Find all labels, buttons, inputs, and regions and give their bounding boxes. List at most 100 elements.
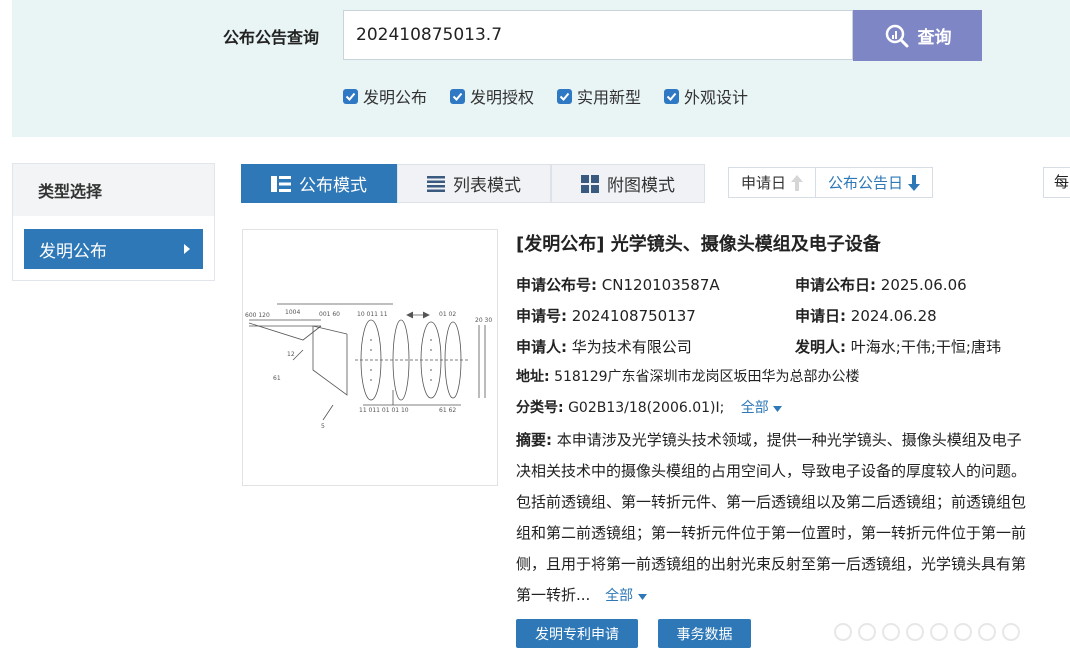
sort-label: 申请日: [741, 174, 787, 192]
abstract-more-link[interactable]: 全部: [605, 588, 647, 604]
tab-publish-mode[interactable]: 公布模式: [241, 164, 397, 203]
sidebar-item-invention-pub[interactable]: 发明公布: [24, 229, 203, 269]
address-value: 518129广东省深圳市龙岗区坂田华为总部办公楼: [554, 369, 860, 385]
affairs-data-button[interactable]: 事务数据: [658, 619, 751, 648]
tab-list-mode[interactable]: 列表模式: [397, 164, 551, 203]
abstract-line: 包括前透镜组、第一转折元件、第一后透镜组以及第二后透镜组；前透镜组包: [516, 493, 1027, 511]
checkbox-checked-icon[interactable]: [450, 88, 466, 104]
tab-label: 附图模式: [607, 176, 675, 196]
classification-more-link[interactable]: 全部: [740, 400, 783, 416]
pub-date-field: 申请公布日: 2025.06.06: [795, 274, 967, 295]
field-label: 摘要:: [516, 431, 552, 449]
sort-pub-date-button[interactable]: 公布公告日: [815, 168, 932, 197]
field-label: 分类号:: [516, 400, 564, 416]
applicant-value: 华为技术有限公司: [571, 338, 692, 356]
svg-text:12: 12: [287, 351, 295, 358]
tab-label: 公布模式: [299, 176, 367, 196]
watermark-dot-icon: [906, 623, 924, 641]
svg-text:20 30: 20 30: [475, 317, 492, 324]
tab-figure-mode[interactable]: 附图模式: [551, 164, 705, 203]
watermark-dot-icon: [858, 623, 876, 641]
type-filters: 发明公布 发明授权 实用新型 外观设计: [343, 84, 771, 108]
svg-text:61: 61: [273, 375, 281, 382]
app-date-field: 申请日: 2024.06.28: [795, 305, 937, 326]
inventor-value: 叶海水;干伟;干恒;唐玮: [850, 338, 1001, 356]
arrow-down-icon: [908, 174, 921, 191]
more-link-label: 全部: [740, 400, 769, 416]
tab-label: 列表模式: [453, 176, 521, 196]
svg-text:5: 5: [321, 423, 325, 430]
pub-no-value: CN120103587A: [601, 276, 720, 294]
result-title[interactable]: [发明公布] 光学镜头、摄像头模组及电子设备: [516, 230, 881, 256]
patent-drawing-thumbnail[interactable]: 600 120 1004 001 60 10 011 11 01 02 20 3…: [242, 229, 498, 486]
app-no-field: 申请号: 2024108750137: [516, 305, 696, 326]
sort-controls: 申请日 公布公告日: [728, 167, 934, 198]
list-detail-icon: [271, 175, 291, 192]
field-label: 申请公布号:: [516, 276, 597, 294]
checkbox-checked-icon[interactable]: [557, 88, 573, 104]
svg-text:10 011 11: 10 011 11: [357, 311, 388, 318]
watermark-dot-icon: [1002, 623, 1020, 641]
filter-utility-model[interactable]: 实用新型: [557, 84, 641, 108]
sort-label: 公布公告日: [828, 174, 904, 192]
watermark-dot-icon: [834, 623, 852, 641]
watermark-dot-icon: [978, 623, 996, 641]
checkbox-checked-icon[interactable]: [664, 88, 680, 104]
sidebar-item-label: 发明公布: [39, 241, 107, 262]
applicant-field: 申请人: 华为技术有限公司: [516, 336, 692, 357]
arrow-up-icon: [791, 174, 804, 191]
per-page-select[interactable]: 每: [1043, 167, 1070, 198]
pub-date-value: 2025.06.06: [880, 276, 967, 294]
filter-label: 发明授权: [470, 88, 535, 107]
field-label: 申请日:: [795, 307, 846, 325]
abstract-text: 第一转折...: [516, 586, 591, 604]
address-field: 地址: 518129广东省深圳市龙岗区坂田华为总部办公楼: [516, 366, 860, 386]
field-label: 地址:: [516, 369, 550, 385]
abstract-line: 决相关技术中的摄像头模组的占用空间人，导致电子设备的厚度较人的问题。: [516, 462, 1027, 480]
filter-design[interactable]: 外观设计: [664, 84, 748, 108]
filter-label: 发明公布: [363, 88, 428, 107]
field-label: 发明人:: [795, 338, 846, 356]
search-icon: [885, 24, 908, 47]
abstract-line: 第一转折... 全部: [516, 580, 1070, 611]
chevron-right-icon: [184, 244, 190, 254]
sidebar-title: 类型选择: [13, 164, 214, 216]
classification-field: 分类号: G02B13/18(2006.01)I; 全部: [516, 397, 783, 417]
caret-down-icon: [637, 594, 647, 600]
abstract-line: 摘要: 本申请涉及光学镜头技术领域，提供一种光学镜头、摄像头模组及电子: [516, 425, 1070, 456]
app-no-value: 2024108750137: [571, 307, 696, 325]
view-mode-tabs: 公布模式 列表模式 附图模式: [241, 164, 705, 203]
field-label: 申请公布日:: [795, 276, 876, 294]
app-date-value: 2024.06.28: [850, 307, 937, 325]
abstract-line: 组和第二前透镜组；第一转折元件位于第一位置时，第一转折元件位于第一前: [516, 524, 1027, 542]
type-select-panel: 类型选择 发明公布: [12, 163, 215, 281]
caret-down-icon: [773, 406, 783, 412]
sort-apply-date-button[interactable]: 申请日: [729, 168, 815, 197]
filter-invention-grant[interactable]: 发明授权: [450, 84, 534, 108]
svg-text:1004: 1004: [285, 309, 300, 316]
watermark-dot-icon: [954, 623, 972, 641]
svg-text:11 011 01 01 10: 11 011 01 01 10: [359, 407, 409, 414]
watermark-dot-icon: [882, 623, 900, 641]
field-label: 申请号:: [516, 307, 567, 325]
watermark: [834, 623, 1020, 641]
checkbox-checked-icon[interactable]: [343, 88, 358, 104]
field-label: 申请人:: [516, 338, 567, 356]
filter-label: 实用新型: [577, 88, 642, 107]
watermark-dot-icon: [930, 623, 948, 641]
pub-no-field: 申请公布号: CN120103587A: [516, 274, 720, 295]
grid-icon: [581, 174, 599, 193]
abstract-text: 本申请涉及光学镜头技术领域，提供一种光学镜头、摄像头模组及电子: [556, 431, 1022, 449]
inventor-field: 发明人: 叶海水;干伟;干恒;唐玮: [795, 336, 1001, 357]
filter-invention-pub[interactable]: 发明公布: [343, 84, 427, 108]
search-input[interactable]: [343, 10, 853, 60]
patent-drawing-image: 600 120 1004 001 60 10 011 11 01 02 20 3…: [245, 303, 492, 430]
svg-text:61 62: 61 62: [439, 407, 456, 414]
classification-value: G02B13/18(2006.01)I;: [568, 400, 725, 416]
more-link-label: 全部: [605, 588, 634, 604]
search-button-label: 查询: [917, 28, 952, 48]
abstract: 摘要: 本申请涉及光学镜头技术领域，提供一种光学镜头、摄像头模组及电子 决相关技…: [516, 425, 1070, 611]
search-button[interactable]: 查询: [853, 10, 982, 61]
svg-text:001 60: 001 60: [319, 311, 340, 318]
patent-application-button[interactable]: 发明专利申请: [516, 619, 638, 648]
